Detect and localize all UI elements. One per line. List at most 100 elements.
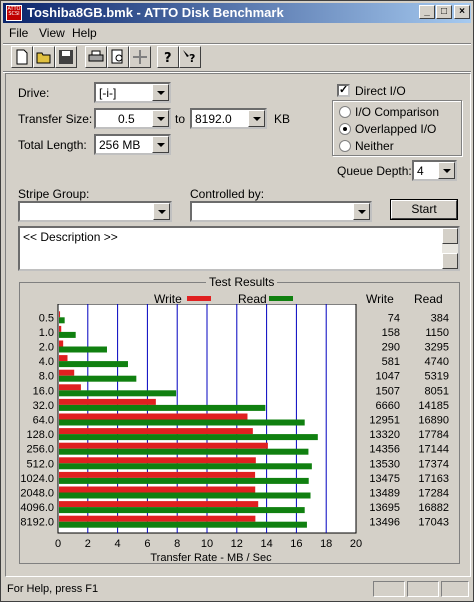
open-file-button[interactable] xyxy=(33,46,55,68)
print-preview-icon xyxy=(111,49,123,64)
category-label: 8192.0 xyxy=(20,517,54,529)
menu-file[interactable]: File xyxy=(9,26,28,40)
x-tick-label: 0 xyxy=(55,538,61,550)
transfer-from-value: 0.5 xyxy=(118,112,135,126)
read-bar xyxy=(59,477,309,484)
description-text: << Description >> xyxy=(23,230,118,244)
read-value: 17043 xyxy=(418,517,449,529)
description-box[interactable]: << Description >> xyxy=(18,226,460,271)
read-value: 17374 xyxy=(418,458,449,470)
scroll-up-button[interactable] xyxy=(442,228,458,244)
chevron-down-icon[interactable] xyxy=(152,136,169,153)
write-value: 14356 xyxy=(369,444,400,456)
x-tick-label: 8 xyxy=(174,538,180,550)
chevron-down-icon[interactable] xyxy=(438,162,455,179)
x-tick-label: 12 xyxy=(231,538,243,550)
queue-depth-label: Queue Depth: xyxy=(337,164,412,178)
neither-radio[interactable] xyxy=(339,140,351,152)
category-label: 2.0 xyxy=(39,342,54,354)
category-label: 16.0 xyxy=(33,385,54,397)
x-axis-label: Transfer Rate - MB / Sec xyxy=(150,552,272,564)
write-bar xyxy=(59,515,256,522)
controlled-by-label: Controlled by: xyxy=(190,187,265,201)
menu-bar: File View Help xyxy=(3,25,471,43)
kb-label: KB xyxy=(274,112,291,126)
read-bar xyxy=(59,448,309,455)
print-preview-button[interactable] xyxy=(107,46,129,68)
stripe-group-combo[interactable] xyxy=(18,201,172,222)
x-tick-label: 2 xyxy=(85,538,91,550)
write-value: 13496 xyxy=(369,517,400,529)
drive-label: Drive: xyxy=(18,86,50,100)
queue-depth-combo[interactable]: 4 xyxy=(412,160,457,181)
direct-io-checkbox[interactable]: ✓ xyxy=(337,84,350,97)
chevron-down-icon[interactable] xyxy=(152,84,169,101)
read-value: 5319 xyxy=(425,371,449,383)
transfer-to-combo[interactable]: 8192.0 xyxy=(190,108,267,129)
total-length-combo[interactable]: 256 MB xyxy=(94,134,171,155)
chevron-down-icon[interactable] xyxy=(353,203,370,220)
chevron-down-icon[interactable] xyxy=(248,110,265,127)
write-bar xyxy=(59,369,75,376)
window-title: Toshiba8GB.bmk - ATTO Disk Benchmark xyxy=(27,5,284,20)
controlled-by-combo[interactable] xyxy=(190,201,372,222)
x-tick-label: 4 xyxy=(115,538,121,550)
maximize-button[interactable]: □ xyxy=(436,5,452,19)
read-bar xyxy=(59,404,266,411)
main-panel: Drive: [-i-] Transfer Size: 0.5 to 8192.… xyxy=(5,73,471,577)
scroll-down-button[interactable] xyxy=(442,253,458,269)
minimize-button[interactable]: _ xyxy=(419,5,435,19)
description-scrollbar[interactable] xyxy=(442,228,458,269)
context-help-button[interactable]: ? xyxy=(179,46,201,68)
write-bar xyxy=(59,501,259,508)
about-button[interactable]: ? xyxy=(157,46,179,68)
status-text: For Help, press F1 xyxy=(7,583,99,595)
close-button[interactable]: × xyxy=(454,5,470,19)
title-bar[interactable]: ATTO SCSI Toshiba8GB.bmk - ATTO Disk Benc… xyxy=(3,3,471,23)
status-cell-1 xyxy=(373,581,405,597)
move-button[interactable] xyxy=(129,46,151,68)
print-button[interactable] xyxy=(85,46,107,68)
read-value: 16882 xyxy=(418,502,449,514)
write-bar xyxy=(59,413,248,420)
chevron-down-icon[interactable] xyxy=(152,110,169,127)
write-bar xyxy=(59,486,256,493)
transfer-size-label: Transfer Size: xyxy=(18,112,93,126)
read-value: 17784 xyxy=(418,429,449,441)
read-value: 4740 xyxy=(425,356,449,368)
menu-help[interactable]: Help xyxy=(72,26,97,40)
write-bar xyxy=(59,355,68,362)
svg-text:?: ? xyxy=(189,52,195,65)
write-value: 13320 xyxy=(369,429,400,441)
test-results-title: Test Results xyxy=(206,275,278,289)
read-bar xyxy=(59,419,305,426)
x-tick-label: 18 xyxy=(320,538,332,550)
to-label: to xyxy=(175,112,186,126)
read-value: 8051 xyxy=(425,385,449,397)
drive-combo[interactable]: [-i-] xyxy=(94,82,171,103)
write-value: 13530 xyxy=(369,458,400,470)
category-label: 1.0 xyxy=(39,327,54,339)
write-bar xyxy=(59,428,253,435)
write-value: 581 xyxy=(382,356,400,368)
chevron-down-icon[interactable] xyxy=(153,203,170,220)
transfer-to-value: 8192.0 xyxy=(195,112,232,126)
write-value: 6660 xyxy=(376,400,400,412)
category-label: 4.0 xyxy=(39,356,54,368)
read-value: 384 xyxy=(431,312,449,324)
transfer-from-combo[interactable]: 0.5 xyxy=(94,108,171,129)
menu-view[interactable]: View xyxy=(39,26,65,40)
io-comparison-radio[interactable] xyxy=(339,106,351,118)
save-button[interactable] xyxy=(55,46,77,68)
category-label: 512.0 xyxy=(26,458,54,470)
status-cell-2 xyxy=(407,581,439,597)
direct-io-label: Direct I/O xyxy=(355,84,406,98)
status-bar: For Help, press F1 xyxy=(3,579,471,599)
overlapped-io-radio[interactable] xyxy=(339,123,351,135)
category-label: 128.0 xyxy=(26,429,54,441)
queue-depth-value: 4 xyxy=(417,164,424,178)
start-button[interactable]: Start xyxy=(390,199,458,220)
new-file-button[interactable] xyxy=(11,46,33,68)
write-value: 13489 xyxy=(369,488,400,500)
x-tick-label: 14 xyxy=(260,538,272,550)
